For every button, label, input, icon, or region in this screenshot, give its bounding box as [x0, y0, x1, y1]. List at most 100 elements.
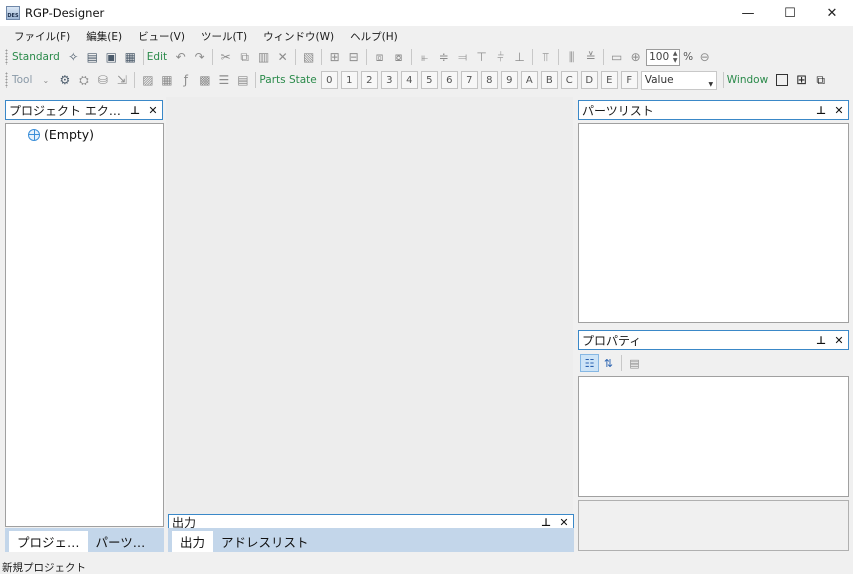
- tab-output[interactable]: 出力: [172, 531, 214, 552]
- save-all-icon[interactable]: ▦: [121, 48, 139, 66]
- group-icon[interactable]: ⊞: [326, 48, 344, 66]
- state-button-0[interactable]: 0: [320, 71, 338, 89]
- cut-icon[interactable]: ✂: [217, 48, 235, 66]
- redo-icon[interactable]: ↷: [191, 48, 209, 66]
- tool-list-icon[interactable]: ☰: [215, 71, 233, 89]
- tool-deploy-icon[interactable]: ⛁: [94, 71, 112, 89]
- zoom-out-icon[interactable]: ⊖: [696, 48, 714, 66]
- toolbar-separator: [621, 355, 622, 371]
- document-area[interactable]: [166, 97, 573, 517]
- state-button-c[interactable]: C: [560, 71, 578, 89]
- tree-item-empty[interactable]: (Empty): [28, 127, 94, 142]
- value-dropdown-icon[interactable]: ▼: [707, 81, 715, 88]
- comment-icon[interactable]: ▭: [608, 48, 626, 66]
- tool-wizard-icon[interactable]: ⚙: [56, 71, 74, 89]
- delete-icon[interactable]: ✕: [274, 48, 292, 66]
- new-project-icon[interactable]: ✧: [64, 48, 82, 66]
- zoom-spinner[interactable]: ▲ ▼: [671, 50, 679, 65]
- window-tile-icon[interactable]: ⊞: [793, 71, 811, 89]
- ungroup-icon[interactable]: ⊟: [345, 48, 363, 66]
- state-button-9[interactable]: 9: [500, 71, 518, 89]
- pin-icon[interactable]: ⊥: [537, 515, 555, 529]
- align-bottom-icon[interactable]: ⊥: [511, 48, 529, 66]
- state-button-a[interactable]: A: [520, 71, 538, 89]
- send-back-icon[interactable]: ⧇: [390, 48, 408, 66]
- maximize-button[interactable]: ☐: [769, 0, 811, 26]
- tab-project-explorer[interactable]: プロジェ…: [9, 531, 88, 552]
- paste-icon[interactable]: ▥: [255, 48, 273, 66]
- toolbar-separator: [411, 49, 413, 65]
- properties-header[interactable]: プロパティ ⊥ ✕: [578, 330, 849, 350]
- state-button-2[interactable]: 2: [360, 71, 378, 89]
- close-icon[interactable]: ✕: [830, 331, 848, 349]
- toolbar-grip[interactable]: [5, 72, 8, 88]
- tool-table-icon[interactable]: ▦: [158, 71, 176, 89]
- tool-export-icon[interactable]: ⇲: [113, 71, 131, 89]
- toolbar-separator: [212, 49, 214, 65]
- pin-icon[interactable]: ⊥: [126, 101, 144, 119]
- parts-list-body[interactable]: [578, 123, 849, 323]
- state-button-7[interactable]: 7: [460, 71, 478, 89]
- properties-grid[interactable]: [578, 376, 849, 497]
- menu-file[interactable]: ファイル(F): [6, 29, 78, 44]
- tool-build-icon[interactable]: ⛭: [75, 71, 93, 89]
- save-icon[interactable]: ▣: [102, 48, 120, 66]
- space-horizontal-icon[interactable]: ⫼: [563, 48, 581, 66]
- close-window-button[interactable]: ✕: [811, 0, 853, 26]
- toolbar-tool: Tool ⌄ ⚙ ⛭ ⛁ ⇲ ▨ ▦ ƒ ▩ ☰ ▤ Parts State 0…: [0, 69, 853, 91]
- window-cascade-icon[interactable]: ⧉: [812, 71, 830, 89]
- tool-sheet-icon[interactable]: ▤: [234, 71, 252, 89]
- open-folder-icon[interactable]: ▤: [83, 48, 101, 66]
- copy-icon[interactable]: ⧉: [236, 48, 254, 66]
- toolbar-grip[interactable]: [5, 49, 8, 65]
- window-single-icon[interactable]: [776, 74, 789, 86]
- undo-icon[interactable]: ↶: [172, 48, 190, 66]
- categorized-icon[interactable]: ☷: [580, 354, 599, 372]
- tool-dropdown-icon[interactable]: ⌄: [37, 71, 55, 89]
- value-select[interactable]: Value ▼: [640, 70, 717, 90]
- align-right-icon[interactable]: ⫤: [454, 48, 472, 66]
- project-explorer-tree[interactable]: (Empty): [5, 123, 164, 527]
- output-header[interactable]: 出力 ⊥ ✕: [168, 514, 574, 530]
- close-icon[interactable]: ✕: [144, 101, 162, 119]
- tab-parts[interactable]: パーツ…: [88, 531, 154, 552]
- state-button-d[interactable]: D: [580, 71, 598, 89]
- tool-formula-icon[interactable]: ƒ: [177, 71, 195, 89]
- state-button-8[interactable]: 8: [480, 71, 498, 89]
- state-button-5[interactable]: 5: [420, 71, 438, 89]
- menu-view[interactable]: ビュー(V): [130, 29, 193, 44]
- minimize-button[interactable]: —: [727, 0, 769, 26]
- project-explorer-header[interactable]: プロジェクト エク… ⊥ ✕: [5, 100, 163, 120]
- menu-tools[interactable]: ツール(T): [193, 29, 255, 44]
- tool-image-icon[interactable]: ▨: [139, 71, 157, 89]
- properties-icon[interactable]: ▧: [300, 48, 318, 66]
- state-button-f[interactable]: F: [620, 71, 638, 89]
- state-button-4[interactable]: 4: [400, 71, 418, 89]
- tool-grid-icon[interactable]: ▩: [196, 71, 214, 89]
- state-button-e[interactable]: E: [600, 71, 618, 89]
- menu-edit[interactable]: 編集(E): [78, 29, 130, 44]
- align-middle-icon[interactable]: ⫩: [492, 48, 510, 66]
- close-icon[interactable]: ✕: [555, 515, 573, 529]
- distribute-icon[interactable]: ⫪: [537, 48, 555, 66]
- zoom-in-icon[interactable]: ⊕: [627, 48, 645, 66]
- close-icon[interactable]: ✕: [830, 101, 848, 119]
- align-left-icon[interactable]: ⫦: [416, 48, 434, 66]
- state-button-1[interactable]: 1: [340, 71, 358, 89]
- state-button-6[interactable]: 6: [440, 71, 458, 89]
- menu-help[interactable]: ヘルプ(H): [342, 29, 406, 44]
- zoom-input[interactable]: 100 ▲ ▼: [646, 48, 681, 66]
- state-button-3[interactable]: 3: [380, 71, 398, 89]
- align-top-icon[interactable]: ⊤: [473, 48, 491, 66]
- sort-alpha-icon[interactable]: ⇅: [599, 354, 618, 372]
- space-vertical-icon[interactable]: ≚: [582, 48, 600, 66]
- menu-window[interactable]: ウィンドウ(W): [255, 29, 342, 44]
- property-pages-icon[interactable]: ▤: [625, 354, 644, 372]
- align-center-icon[interactable]: ≑: [435, 48, 453, 66]
- state-button-b[interactable]: B: [540, 71, 558, 89]
- pin-icon[interactable]: ⊥: [812, 101, 830, 119]
- parts-list-header[interactable]: パーツリスト ⊥ ✕: [578, 100, 849, 120]
- tab-address-list[interactable]: アドレスリスト: [213, 531, 317, 552]
- pin-icon[interactable]: ⊥: [812, 331, 830, 349]
- bring-front-icon[interactable]: ⧈: [371, 48, 389, 66]
